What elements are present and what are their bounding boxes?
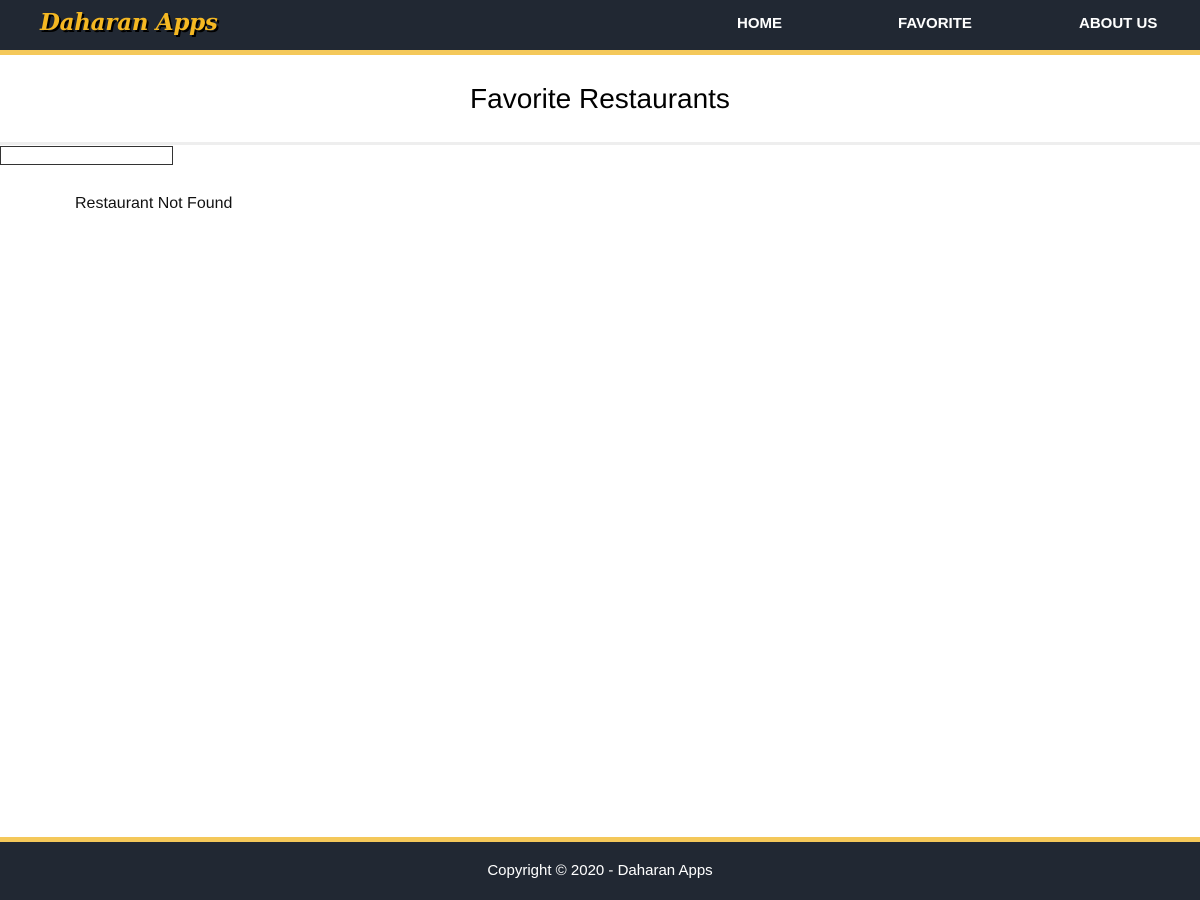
app-bar: Daharan Apps HOME FAVORITE ABOUT US <box>0 0 1200 55</box>
page-title: Favorite Restaurants <box>470 83 730 114</box>
nav-favorite-link[interactable]: FAVORITE <box>898 15 972 32</box>
empty-state-message: Restaurant Not Found <box>75 195 233 212</box>
brand-logo-link[interactable]: Daharan Apps <box>40 9 218 36</box>
nav-home-link[interactable]: HOME <box>737 15 782 32</box>
footer: Copyright © 2020 - Daharan Apps <box>0 837 1200 900</box>
copyright-text: Copyright © 2020 - Daharan Apps <box>487 862 713 879</box>
nav-about-link[interactable]: ABOUT US <box>1079 15 1157 32</box>
page-title-section: Favorite Restaurants <box>0 55 1200 145</box>
search-input[interactable] <box>0 146 173 165</box>
